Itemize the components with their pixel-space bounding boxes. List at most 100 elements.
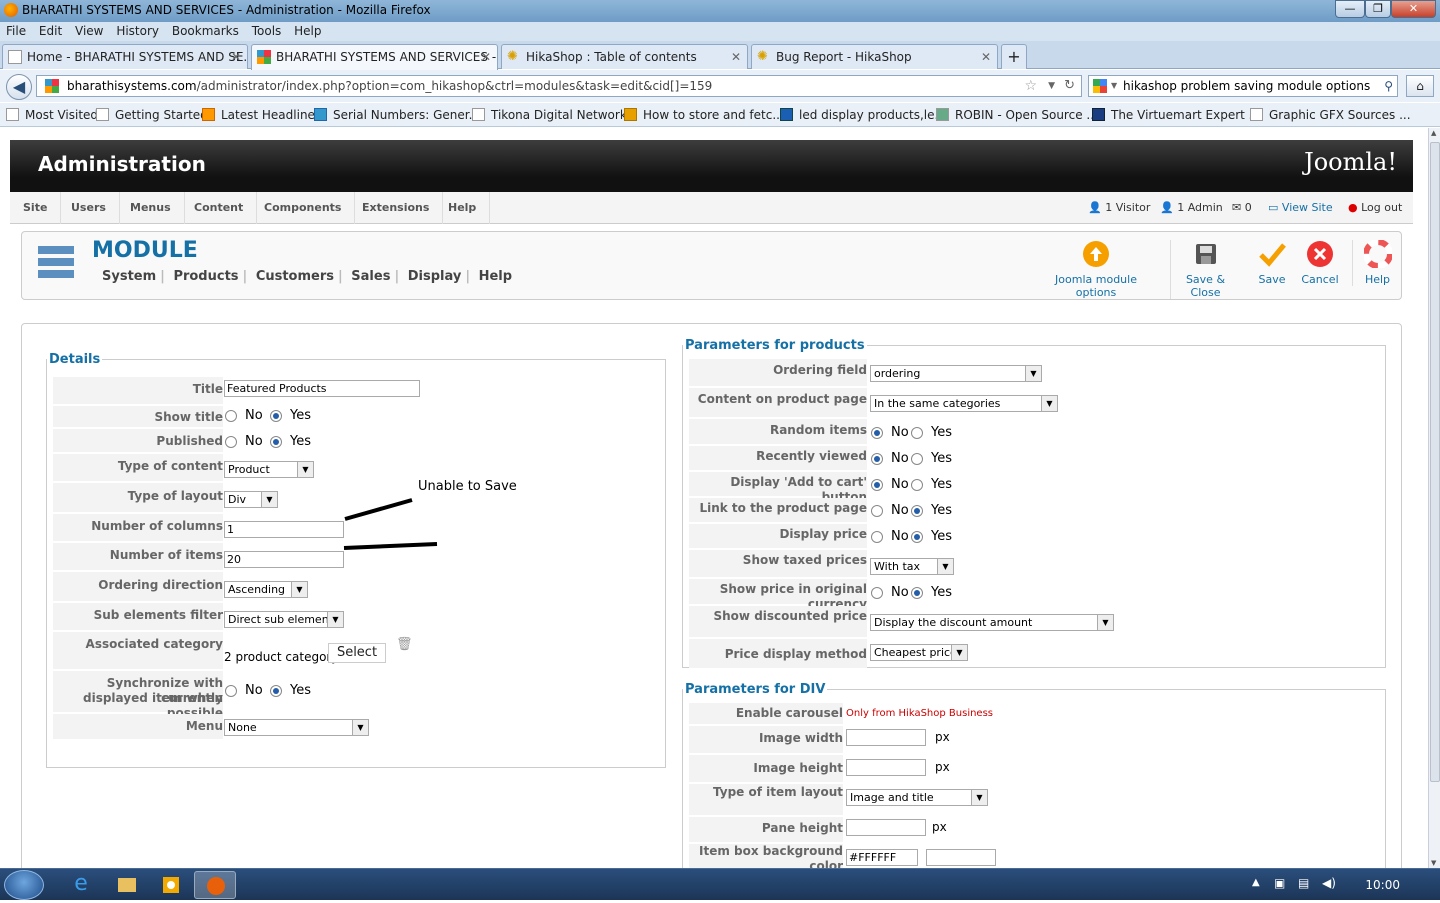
minimize-button[interactable]: —	[1335, 0, 1365, 18]
recent-yes-radio[interactable]	[911, 453, 923, 465]
show-title-no-radio[interactable]	[225, 410, 237, 422]
firefox-taskbar-icon[interactable]	[194, 871, 236, 899]
price-no-radio[interactable]	[871, 531, 883, 543]
menu-components[interactable]: Components	[251, 192, 356, 224]
show-title-yes-radio[interactable]	[270, 410, 282, 422]
type-layout-select[interactable]: Div ▼	[224, 491, 278, 508]
published-no-radio[interactable]	[225, 436, 237, 448]
price-method-select[interactable]: Cheapest price ▼	[870, 644, 968, 661]
bookmark-item[interactable]: led display products,le...	[780, 108, 946, 122]
new-tab-button[interactable]: +	[1001, 44, 1027, 69]
submenu-system[interactable]: System	[98, 269, 160, 284]
ie-icon[interactable]: e	[60, 871, 102, 899]
bookmark-item[interactable]: ROBIN - Open Source ...	[936, 108, 1098, 122]
recent-no-radio[interactable]	[871, 453, 883, 465]
home-button[interactable]: ⌂	[1406, 75, 1434, 97]
tab-administration[interactable]: BHARATHI SYSTEMS AND SERVICES -... ✕	[251, 44, 498, 70]
bg-color-input[interactable]: #FFFFFF	[846, 849, 918, 866]
submenu-sales[interactable]: Sales	[347, 269, 394, 284]
tab-bug-report[interactable]: ✺ Bug Report - HikaShop ✕	[751, 44, 998, 69]
title-input[interactable]: Featured Products	[224, 380, 420, 397]
bookmark-item[interactable]: The Virtuemart Expert ...	[1092, 108, 1260, 122]
menu-users[interactable]: Users	[58, 192, 120, 224]
trash-icon[interactable]: 🗑	[396, 637, 413, 652]
close-tab-icon[interactable]: ✕	[481, 45, 491, 69]
image-width-input[interactable]	[846, 729, 926, 746]
submenu-customers[interactable]: Customers	[252, 269, 338, 284]
close-tab-icon[interactable]: ✕	[231, 45, 241, 69]
sync-yes-radio[interactable]	[270, 685, 282, 697]
menu-site[interactable]: Site	[10, 192, 62, 224]
submenu-display[interactable]: Display	[404, 269, 466, 284]
menu-bookmarks[interactable]: Bookmarks	[172, 22, 239, 41]
published-yes-radio[interactable]	[270, 436, 282, 448]
menu-history[interactable]: History	[116, 22, 159, 41]
clock[interactable]: 10:00	[1365, 878, 1400, 892]
menu-extensions[interactable]: Extensions	[349, 192, 444, 224]
close-window-button[interactable]: ✕	[1391, 0, 1436, 18]
messages-status[interactable]: ✉ 0	[1232, 201, 1252, 214]
menu-menus[interactable]: Menus	[117, 192, 185, 224]
image-height-input[interactable]	[846, 759, 926, 776]
volume-icon[interactable]: ◀)	[1322, 876, 1336, 890]
save-button[interactable]: Save	[1252, 240, 1292, 286]
bookmark-item[interactable]: Most Visited	[6, 108, 98, 122]
logout-link[interactable]: ● Log out	[1348, 201, 1402, 214]
explorer-icon[interactable]	[106, 871, 148, 899]
item-layout-select[interactable]: Image and title ▼	[846, 789, 988, 806]
tray-arrow-icon[interactable]: ▲	[1252, 877, 1260, 888]
tray-device-icon[interactable]: ▣	[1274, 876, 1285, 890]
menu-edit[interactable]: Edit	[39, 22, 62, 41]
maximize-button[interactable]: ❐	[1365, 0, 1391, 18]
menu-view[interactable]: View	[75, 22, 103, 41]
pane-height-input[interactable]	[846, 819, 926, 836]
tab-home[interactable]: Home - BHARATHI SYSTEMS AND SE... ✕	[2, 44, 248, 69]
close-tab-icon[interactable]: ✕	[981, 45, 991, 69]
outlook-icon[interactable]	[150, 871, 192, 899]
bookmark-item[interactable]: Getting Started	[96, 108, 208, 122]
add-cart-yes-radio[interactable]	[911, 479, 923, 491]
type-content-select[interactable]: Product ▼	[224, 461, 314, 478]
bookmark-item[interactable]: How to store and fetc...	[624, 108, 784, 122]
random-no-radio[interactable]	[871, 427, 883, 439]
url-bar[interactable]: bharathisystems.com/administrator/index.…	[36, 75, 1082, 97]
link-no-radio[interactable]	[871, 505, 883, 517]
select-category-button[interactable]: Select	[328, 643, 386, 663]
menu-tools[interactable]: Tools	[252, 22, 282, 41]
orig-currency-no-radio[interactable]	[871, 587, 883, 599]
orig-currency-yes-radio[interactable]	[911, 587, 923, 599]
bookmark-item[interactable]: Serial Numbers: Gener...	[314, 108, 480, 122]
reload-icon[interactable]: ↻	[1064, 76, 1075, 96]
ordering-dir-select[interactable]: Ascending ▼	[224, 581, 308, 598]
content-page-select[interactable]: In the same categories ▼	[870, 395, 1058, 412]
taxed-prices-select[interactable]: With tax ▼	[870, 558, 954, 575]
price-yes-radio[interactable]	[911, 531, 923, 543]
network-icon[interactable]: ▤	[1298, 876, 1309, 890]
bookmark-star-icon[interactable]: ☆	[1024, 76, 1037, 96]
search-engine-dropdown-icon[interactable]: ▼	[1111, 76, 1117, 96]
search-input[interactable]: ▼ hikashop problem saving module options…	[1088, 75, 1398, 97]
ordering-field-select[interactable]: ordering ▼	[870, 365, 1042, 382]
start-button[interactable]	[4, 870, 44, 900]
color-picker-field[interactable]	[926, 849, 996, 866]
bookmark-item[interactable]: Graphic GFX Sources ...	[1250, 108, 1411, 122]
view-site-link[interactable]: ▭ View Site	[1268, 201, 1333, 214]
menu-select[interactable]: None ▼	[224, 719, 369, 736]
history-dropdown-icon[interactable]: ▼	[1048, 76, 1055, 96]
submenu-products[interactable]: Products	[169, 269, 242, 284]
cancel-button[interactable]: Cancel	[1300, 240, 1340, 286]
help-button[interactable]: Help	[1352, 239, 1402, 286]
page-scrollbar[interactable]: ▲ ▼	[1428, 128, 1440, 868]
scrollbar-thumb[interactable]	[1430, 142, 1440, 782]
bookmark-item[interactable]: Latest Headlines	[202, 108, 321, 122]
menu-file[interactable]: File	[6, 22, 26, 41]
discount-select[interactable]: Display the discount amount ▼	[870, 614, 1114, 631]
scroll-up-icon[interactable]: ▲	[1431, 129, 1436, 137]
random-yes-radio[interactable]	[911, 427, 923, 439]
menu-help[interactable]: Help	[294, 22, 321, 41]
scroll-down-icon[interactable]: ▼	[1431, 859, 1436, 867]
submenu-help[interactable]: Help	[475, 269, 516, 284]
num-items-input[interactable]: 20	[224, 551, 344, 568]
link-yes-radio[interactable]	[911, 505, 923, 517]
add-cart-no-radio[interactable]	[871, 479, 883, 491]
